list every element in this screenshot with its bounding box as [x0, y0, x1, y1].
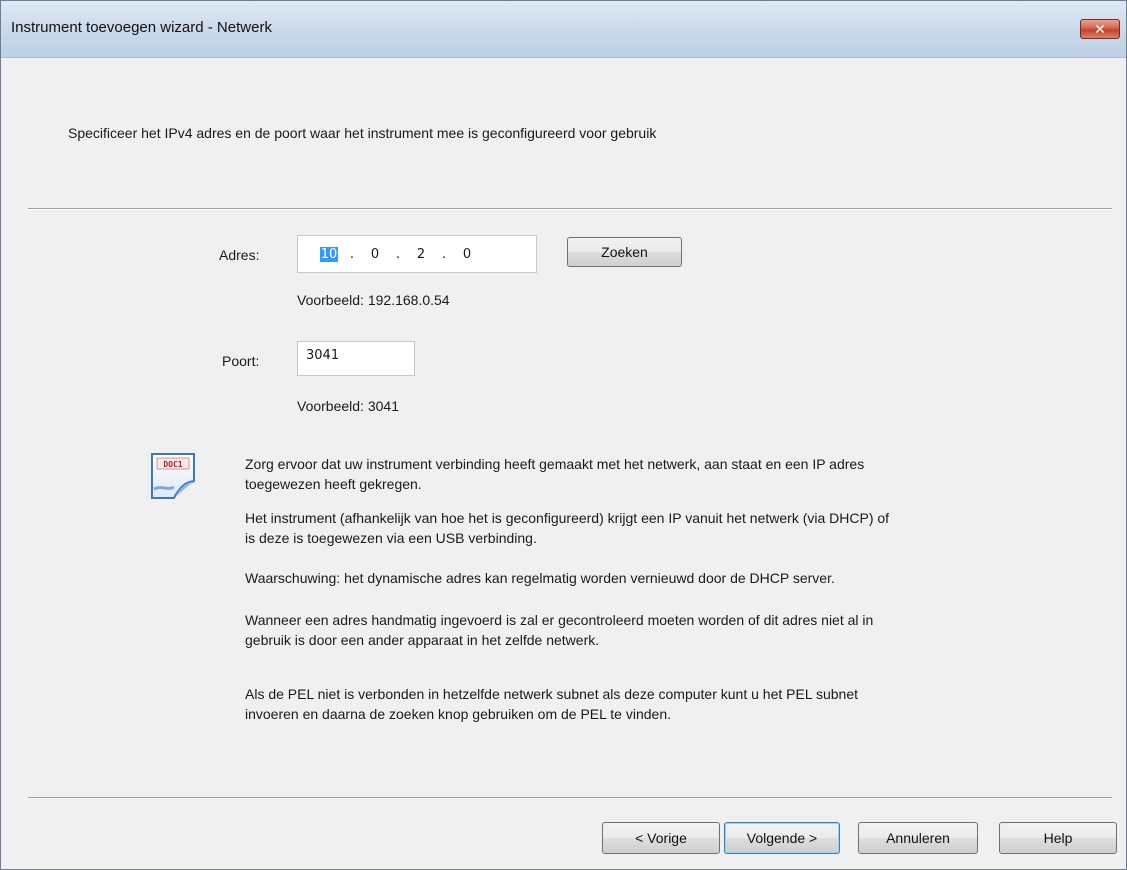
ip-dot: . [349, 246, 355, 262]
page-instruction: Specificeer het IPv4 adres en de poort w… [68, 125, 657, 141]
address-label: Adres: [219, 247, 260, 263]
info-paragraph-4-line-2: gebruik is door een ander apparaat in he… [245, 632, 600, 648]
search-button-label: Zoeken [601, 244, 648, 260]
cancel-button-label: Annuleren [886, 830, 950, 846]
info-paragraph-2-line-1: Het instrument (afhankelijk van hoe het … [245, 510, 890, 526]
help-button[interactable]: Help [999, 822, 1117, 854]
doc-icon-text: DOC1 [163, 460, 182, 469]
back-button[interactable]: < Vorige [602, 822, 720, 854]
port-value: 3041 [306, 348, 340, 363]
info-paragraph-1-line-1: Zorg ervoor dat uw instrument verbinding… [245, 456, 865, 472]
ip-octet-3[interactable]: 2 [412, 247, 430, 262]
ip-octet-1[interactable]: 10 [320, 246, 338, 262]
close-icon: ✕ [1094, 20, 1106, 37]
search-button[interactable]: Zoeken [567, 237, 682, 267]
window-title: Instrument toevoegen wizard - Netwerk [11, 19, 272, 36]
port-input[interactable]: 3041 [297, 341, 415, 376]
info-paragraph-2-line-2: is deze is toegewezen via een USB verbin… [245, 530, 537, 546]
next-button-label: Volgende > [746, 830, 818, 846]
info-paragraph-4-line-1: Wanneer een adres handmatig ingevoerd is… [245, 612, 874, 628]
ip-octet-4[interactable]: 0 [458, 247, 476, 262]
ip-dot: . [395, 246, 401, 262]
info-paragraph-1-line-2: toegewezen heeft gekregen. [245, 476, 422, 492]
next-button[interactable]: Volgende > [724, 822, 840, 854]
ip-address-input[interactable]: 10 . 0 . 2 . 0 [297, 235, 537, 273]
header-separator [28, 208, 1112, 210]
info-paragraph-5-line-2: invoeren en daarna de zoeken knop gebrui… [245, 706, 672, 722]
ip-octet-2[interactable]: 0 [366, 247, 384, 262]
wizard-window: Instrument toevoegen wizard - Netwerk ✕ … [0, 0, 1127, 870]
ip-dot: . [441, 246, 447, 262]
document-icon: DOC1 [151, 453, 195, 499]
info-paragraph-5-line-1: Als de PEL niet is verbonden in hetzelfd… [245, 686, 859, 702]
close-button[interactable]: ✕ [1080, 19, 1120, 39]
back-button-label: < Vorige [635, 830, 687, 846]
footer-separator [28, 797, 1112, 799]
help-button-label: Help [1043, 830, 1073, 846]
title-bar[interactable]: Instrument toevoegen wizard - Netwerk ✕ [1, 1, 1126, 58]
port-label: Poort: [222, 353, 260, 369]
cancel-button[interactable]: Annuleren [858, 822, 978, 854]
info-warning: Waarschuwing: het dynamische adres kan r… [245, 570, 835, 586]
port-example: Voorbeeld: 3041 [297, 398, 399, 414]
wizard-client-area: Specificeer het IPv4 adres en de poort w… [1, 58, 1126, 869]
address-example: Voorbeeld: 192.168.0.54 [297, 292, 450, 308]
